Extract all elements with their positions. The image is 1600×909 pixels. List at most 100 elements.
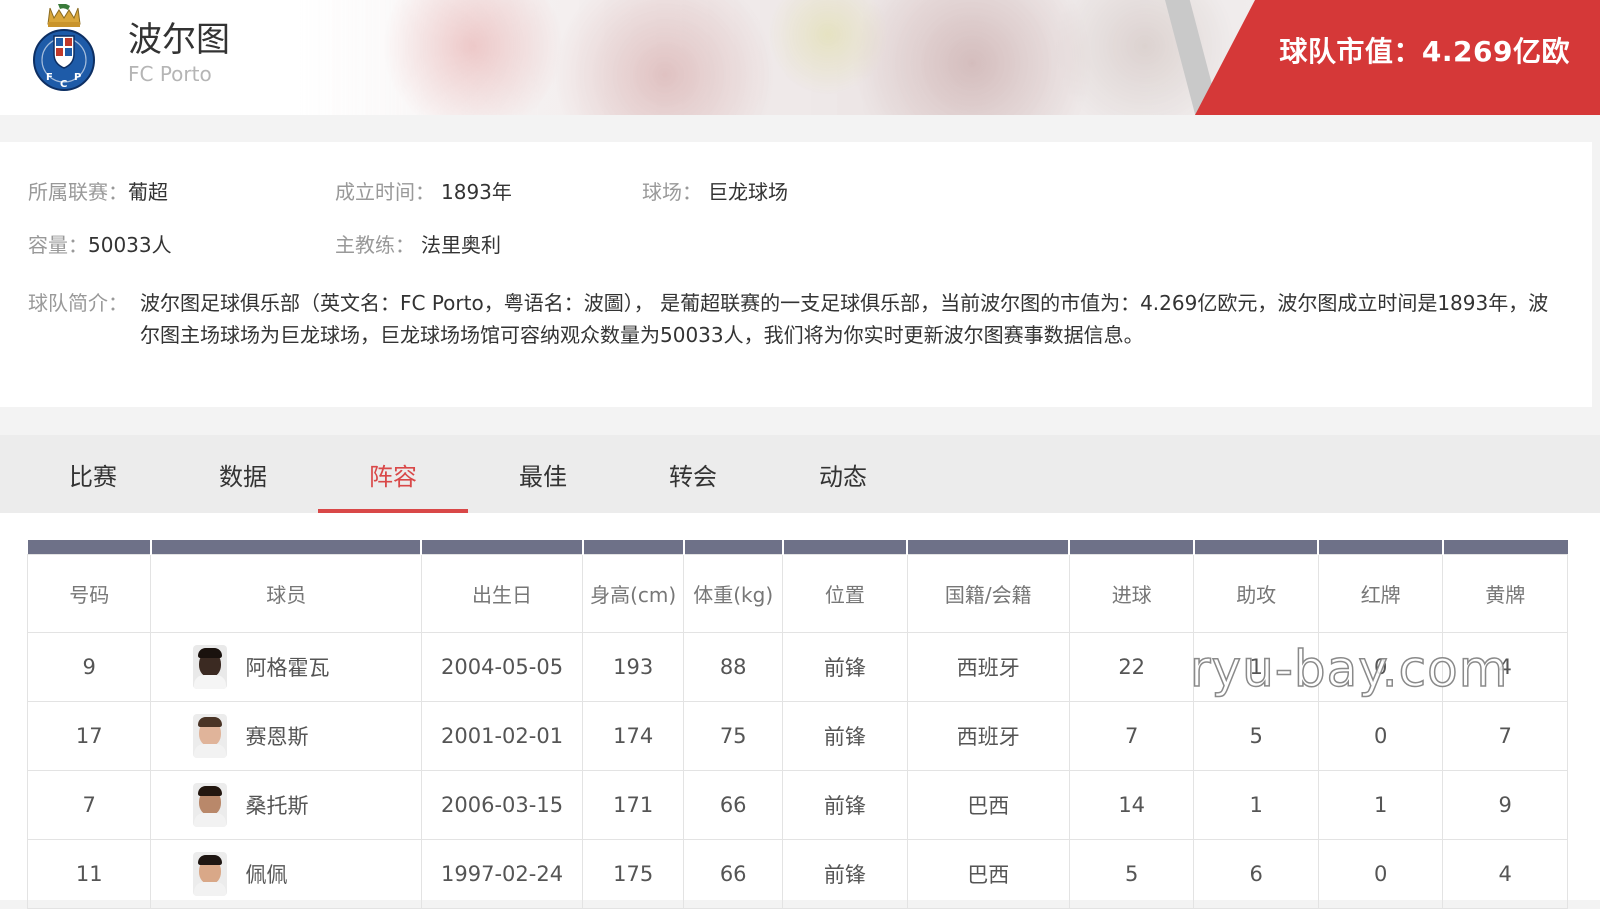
founded-label: 成立时间： xyxy=(335,180,435,204)
player-yellow-cards: 7 xyxy=(1442,700,1568,771)
svg-text:F: F xyxy=(46,72,53,83)
founded-value: 1893年 xyxy=(441,180,512,204)
col-number: 号码 xyxy=(26,553,152,633)
tab-squad[interactable]: 阵容 xyxy=(318,435,468,513)
svg-text:C: C xyxy=(60,79,67,90)
capacity-value: 50033人 xyxy=(88,233,172,257)
col-position: 位置 xyxy=(782,553,908,633)
player-birth: 1997-02-24 xyxy=(420,838,584,909)
player-avatar xyxy=(193,851,228,896)
market-value-text: 球队市值：4.269亿欧 xyxy=(1279,35,1570,68)
player-position: 前锋 xyxy=(782,631,908,702)
player-number: 9 xyxy=(26,631,152,702)
col-goals: 进球 xyxy=(1068,553,1195,633)
player-avatar xyxy=(193,782,228,827)
col-birth: 出生日 xyxy=(420,553,584,633)
player-birth: 2004-05-05 xyxy=(420,631,584,702)
club-info-card: 所属联赛：葡超 成立时间： 1893年 球场： 巨龙球场 容量：50033人 主教练… xyxy=(0,142,1592,407)
player-red-cards: 1 xyxy=(1317,769,1444,840)
player-nationality: 巴西 xyxy=(906,769,1070,840)
table-row[interactable]: 11 佩佩 1997-02-24 175 66 前锋 巴西 5 6 0 4 xyxy=(26,838,1568,909)
player-goals: 7 xyxy=(1068,700,1195,771)
player-nationality: 西班牙 xyxy=(906,631,1070,702)
player-name[interactable]: 佩佩 xyxy=(245,859,287,889)
founded-field: 成立时间： 1893年 xyxy=(335,176,512,205)
player-height: 174 xyxy=(582,700,685,771)
capacity-label: 容量： xyxy=(28,233,88,257)
stadium-field: 球场： 巨龙球场 xyxy=(642,176,788,205)
coach-label: 主教练： xyxy=(335,233,415,257)
club-name-english: FC Porto xyxy=(128,62,212,86)
table-row[interactable]: 17 赛恩斯 2001-02-01 174 75 前锋 西班牙 7 5 0 7 xyxy=(26,700,1568,771)
coach-field: 主教练： 法里奥利 xyxy=(335,229,501,258)
player-height: 175 xyxy=(582,838,685,909)
player-position: 前锋 xyxy=(782,838,908,909)
tab-news[interactable]: 动态 xyxy=(768,435,918,513)
player-nationality: 西班牙 xyxy=(906,700,1070,771)
intro-text: 波尔图足球俱乐部（英文名：FC Porto，粤语名：波圖）， 是葡超联赛的一支足… xyxy=(140,291,1549,347)
col-assists: 助攻 xyxy=(1193,553,1319,633)
section-tabs: 比赛 数据 阵容 最佳 转会 动态 xyxy=(0,435,1600,513)
player-weight: 88 xyxy=(683,631,784,702)
coach-value: 法里奥利 xyxy=(421,233,501,257)
tab-best[interactable]: 最佳 xyxy=(468,435,618,513)
league-value: 葡超 xyxy=(128,180,168,204)
player-position: 前锋 xyxy=(782,769,908,840)
table-header-bar xyxy=(27,540,1568,554)
table-row[interactable]: 9 阿格霍瓦 2004-05-05 193 88 前锋 西班牙 22 1 0 4 xyxy=(26,631,1568,702)
player-goals: 14 xyxy=(1068,769,1195,840)
player-assists: 1 xyxy=(1193,631,1319,702)
col-player: 球员 xyxy=(150,553,422,633)
capacity-field: 容量：50033人 xyxy=(28,229,172,258)
squad-table: 号码 球员 出生日 身高(cm) 体重(kg) 位置 国籍/会籍 进球 助攻 红… xyxy=(26,540,1568,909)
player-weight: 66 xyxy=(683,769,784,840)
player-name[interactable]: 桑托斯 xyxy=(245,790,308,820)
player-height: 193 xyxy=(582,631,685,702)
league-label: 所属联赛： xyxy=(28,180,128,204)
player-weight: 66 xyxy=(683,838,784,909)
club-header-banner: 球队市值：4.269亿欧 F C P 波尔图 FC Porto xyxy=(0,0,1600,115)
player-yellow-cards: 9 xyxy=(1442,769,1568,840)
player-name[interactable]: 阿格霍瓦 xyxy=(245,652,329,682)
tab-transfers[interactable]: 转会 xyxy=(618,435,768,513)
table-row[interactable]: 7 桑托斯 2006-03-15 171 66 前锋 巴西 14 1 1 9 xyxy=(26,769,1568,840)
player-height: 171 xyxy=(582,769,685,840)
player-birth: 2001-02-01 xyxy=(420,700,584,771)
player-assists: 5 xyxy=(1193,700,1319,771)
player-red-cards: 0 xyxy=(1317,700,1444,771)
player-position: 前锋 xyxy=(782,700,908,771)
player-goals: 5 xyxy=(1068,838,1195,909)
col-red-cards: 红牌 xyxy=(1317,553,1444,633)
stadium-label: 球场： xyxy=(642,180,702,204)
player-yellow-cards: 4 xyxy=(1442,838,1568,909)
player-weight: 75 xyxy=(683,700,784,771)
club-name: 波尔图 xyxy=(128,20,230,60)
club-intro: 球队简介： 波尔图足球俱乐部（英文名：FC Porto，粤语名：波圖）， 是葡超… xyxy=(28,287,1558,351)
player-birth: 2006-03-15 xyxy=(420,769,584,840)
league-field: 所属联赛：葡超 xyxy=(28,176,168,205)
table-header-row: 号码 球员 出生日 身高(cm) 体重(kg) 位置 国籍/会籍 进球 助攻 红… xyxy=(26,553,1568,633)
col-height: 身高(cm) xyxy=(582,553,685,633)
player-name[interactable]: 赛恩斯 xyxy=(245,721,308,751)
stadium-crowd-photo xyxy=(300,0,1260,115)
player-avatar xyxy=(193,644,228,689)
col-yellow-cards: 黄牌 xyxy=(1442,553,1568,633)
tab-matches[interactable]: 比赛 xyxy=(18,435,168,513)
player-cell[interactable]: 佩佩 xyxy=(150,838,422,909)
player-number: 7 xyxy=(26,769,152,840)
player-assists: 1 xyxy=(1193,769,1319,840)
player-red-cards: 0 xyxy=(1317,838,1444,909)
player-avatar xyxy=(193,713,228,758)
stadium-value: 巨龙球场 xyxy=(708,180,788,204)
player-number: 17 xyxy=(26,700,152,771)
player-cell[interactable]: 桑托斯 xyxy=(150,769,422,840)
player-cell[interactable]: 阿格霍瓦 xyxy=(150,631,422,702)
tab-stats[interactable]: 数据 xyxy=(168,435,318,513)
col-nationality: 国籍/会籍 xyxy=(906,553,1070,633)
fc-porto-crest-icon: F C P xyxy=(33,4,95,91)
col-weight: 体重(kg) xyxy=(683,553,784,633)
player-cell[interactable]: 赛恩斯 xyxy=(150,700,422,771)
svg-text:P: P xyxy=(74,72,81,83)
player-yellow-cards: 4 xyxy=(1442,631,1568,702)
player-goals: 22 xyxy=(1068,631,1195,702)
